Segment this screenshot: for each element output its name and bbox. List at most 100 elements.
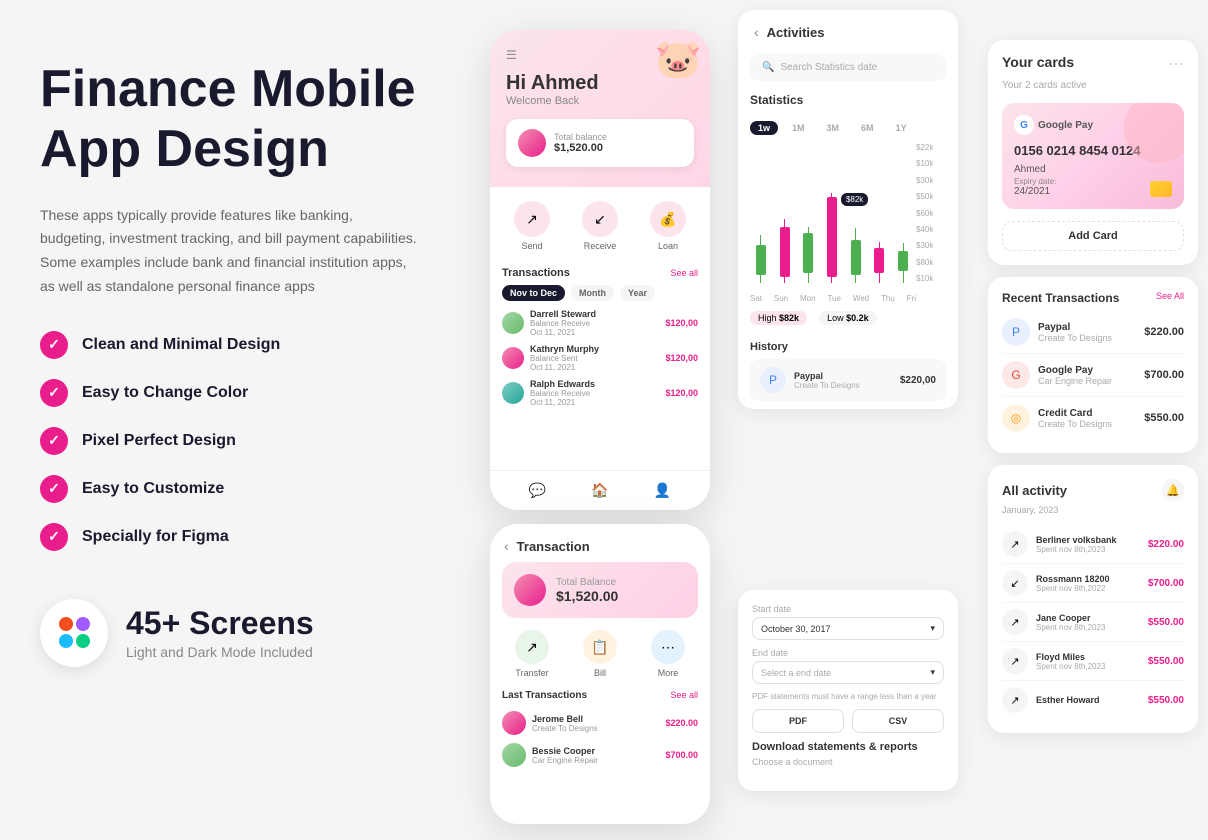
add-card-button[interactable]: Add Card <box>1002 221 1184 251</box>
chevron-down-icon-2: ▾ <box>930 667 935 678</box>
tab-month[interactable]: Month <box>571 285 614 301</box>
paypal-txn-icon: P <box>1002 318 1030 346</box>
recent-see-all[interactable]: See All <box>1156 291 1184 301</box>
csv-button[interactable]: CSV <box>852 709 944 733</box>
txn-row-3: Ralph Edwards Balance Receive Oct 11, 20… <box>502 379 698 407</box>
user-avatar <box>518 129 546 157</box>
download-section: Start date October 30, 2017 ▾ End date S… <box>738 590 958 791</box>
txn-avatar-1 <box>502 312 524 334</box>
description-text: These apps typically provide features li… <box>40 204 420 299</box>
y-axis-labels: $22k$10k$30k$50k$60k$40k$30k$80k$10k <box>916 143 946 283</box>
rossmann-icon: ↙ <box>1002 570 1028 596</box>
phone2-header: ‹ Transaction <box>490 524 710 562</box>
receive-icon: ↙ <box>582 201 618 237</box>
action-loan[interactable]: 💰 Loan <box>650 201 686 251</box>
last-txn-header: Last Transactions See all <box>490 690 710 707</box>
download-buttons: PDF CSV <box>752 709 944 733</box>
more-options-icon[interactable]: ⋯ <box>1168 54 1184 74</box>
check-icon-1 <box>40 331 68 359</box>
pdf-button[interactable]: PDF <box>752 709 844 733</box>
screens-text: 45+ Screens Light and Dark Mode Included <box>126 605 314 660</box>
bill-action[interactable]: 📋 Bill <box>583 630 617 678</box>
nav-profile-icon[interactable]: 👤 <box>654 482 671 499</box>
high-badge: High $82k <box>750 311 807 325</box>
phone-header: ☰ 🔍 Hi Ahmed Welcome Back 🐷 Total balanc… <box>490 30 710 187</box>
recent-txn-paypal: P Paypal Create To Designs $220.00 <box>1002 311 1184 354</box>
activity-row-1: ↗ Berliner volksbank Spent nov 8th,2023 … <box>1002 525 1184 564</box>
volksbank-info: Berliner volksbank Spent nov 8th,2023 <box>1036 535 1117 554</box>
floyd-icon: ↗ <box>1002 648 1028 674</box>
txn-info-1: Darrell Steward Balance Receive Oct 11, … <box>530 309 665 337</box>
tab-year[interactable]: Year <box>620 285 655 301</box>
last-txn-row-2: Bessie Cooper Car Engine Repair $700.00 <box>490 739 710 771</box>
back-button[interactable]: ‹ <box>504 538 509 554</box>
dot-blue <box>59 634 73 648</box>
action-send[interactable]: ↗ Send <box>514 201 550 251</box>
esther-icon: ↗ <box>1002 687 1028 713</box>
google-g-icon: G <box>1014 115 1034 135</box>
see-all-link[interactable]: See all <box>670 268 698 278</box>
menu-icon: ☰ <box>506 48 517 62</box>
figma-logo <box>40 599 108 667</box>
time-3m[interactable]: 3M <box>819 121 848 135</box>
phone-mock-1: ☰ 🔍 Hi Ahmed Welcome Back 🐷 Total balanc… <box>490 30 710 510</box>
activity-row-2: ↙ Rossmann 18200 Spent nov 8th,2022 $700… <box>1002 564 1184 603</box>
recent-txn-title: Recent Transactions <box>1002 291 1119 305</box>
candle-5 <box>851 228 861 283</box>
google-pay-info: Google Pay Car Engine Repair <box>1038 365 1112 386</box>
esther-info: Esther Howard <box>1036 695 1100 705</box>
activities-back-icon[interactable]: ‹ <box>754 24 759 40</box>
end-date-input[interactable]: Select a end date ▾ <box>752 661 944 684</box>
tb-info: Total Balance $1,520.00 <box>556 577 618 604</box>
action-receive[interactable]: ↙ Receive <box>582 201 618 251</box>
pdf-notice: PDF statements must have a range less th… <box>752 692 944 701</box>
start-date-input[interactable]: October 30, 2017 ▾ <box>752 617 944 640</box>
history-info: Paypal Create To Designs <box>794 371 860 390</box>
candle-2 <box>780 219 790 283</box>
all-activity-widget: All activity 🔔 January, 2023 ↗ Berliner … <box>988 465 1198 733</box>
card-chip <box>1150 181 1172 197</box>
bill-icon: 📋 <box>583 630 617 664</box>
check-icon-3 <box>40 427 68 455</box>
paypal-icon: P <box>760 367 786 393</box>
stats-title: Statistics <box>750 93 803 107</box>
quick-actions: ↗ Send ↙ Receive 💰 Loan <box>490 187 710 259</box>
last-txn-avatar-1 <box>502 711 526 735</box>
jane-icon: ↗ <box>1002 609 1028 635</box>
time-options: 1w 1M 3M 6M 1Y <box>750 121 946 135</box>
features-list: Clean and Minimal Design Easy to Change … <box>40 331 460 551</box>
balance-card: Total balance $1,520.00 <box>506 119 694 167</box>
txn-row-2: Kathryn Murphy Balance Sent Oct 11, 2021… <box>502 344 698 372</box>
nav-home-icon[interactable]: 🏠 <box>591 482 608 499</box>
last-txn-row-1: Jerome Bell Create To Designs $220.00 <box>490 707 710 739</box>
time-1m[interactable]: 1M <box>784 121 813 135</box>
balance-info: Total balance $1,520.00 <box>554 132 607 154</box>
txn-row-1: Darrell Steward Balance Receive Oct 11, … <box>502 309 698 337</box>
nav-chat-icon[interactable]: 💬 <box>529 482 546 499</box>
history-title: History <box>750 341 946 353</box>
feature-item-4: Easy to Customize <box>40 475 460 503</box>
more-action[interactable]: ⋯ More <box>651 630 685 678</box>
mastercard-txn-icon: ◎ <box>1002 404 1030 432</box>
balance-label: Total balance <box>554 132 607 142</box>
time-6m[interactable]: 6M <box>853 121 882 135</box>
check-icon-4 <box>40 475 68 503</box>
bell-icon[interactable]: 🔔 <box>1162 479 1184 501</box>
recent-txn-header: Recent Transactions See All <box>1002 291 1184 305</box>
search-bar[interactable]: 🔍 Search Statistics date <box>750 54 946 81</box>
transfer-action[interactable]: ↗ Transfer <box>515 630 549 678</box>
recent-transactions-widget: Recent Transactions See All P Paypal Cre… <box>988 277 1198 453</box>
txn-info-3: Ralph Edwards Balance Receive Oct 11, 20… <box>530 379 665 407</box>
time-1w[interactable]: 1w <box>750 121 778 135</box>
history-row: P Paypal Create To Designs $220,00 <box>750 359 946 401</box>
candle-6 <box>874 242 884 283</box>
activity-row-3: ↗ Jane Cooper Spent nov 8th,2023 $550.00 <box>1002 603 1184 642</box>
transaction-title: Transaction <box>517 539 590 554</box>
tb-avatar <box>514 574 546 606</box>
welcome-text: Welcome Back <box>506 95 694 107</box>
tab-nov-dec[interactable]: Nov to Dec <box>502 285 565 301</box>
dot-green <box>76 634 90 648</box>
paypal-info: Paypal Create To Designs <box>1038 322 1112 343</box>
time-1y[interactable]: 1Y <box>888 121 915 135</box>
candle-3 <box>803 227 813 283</box>
